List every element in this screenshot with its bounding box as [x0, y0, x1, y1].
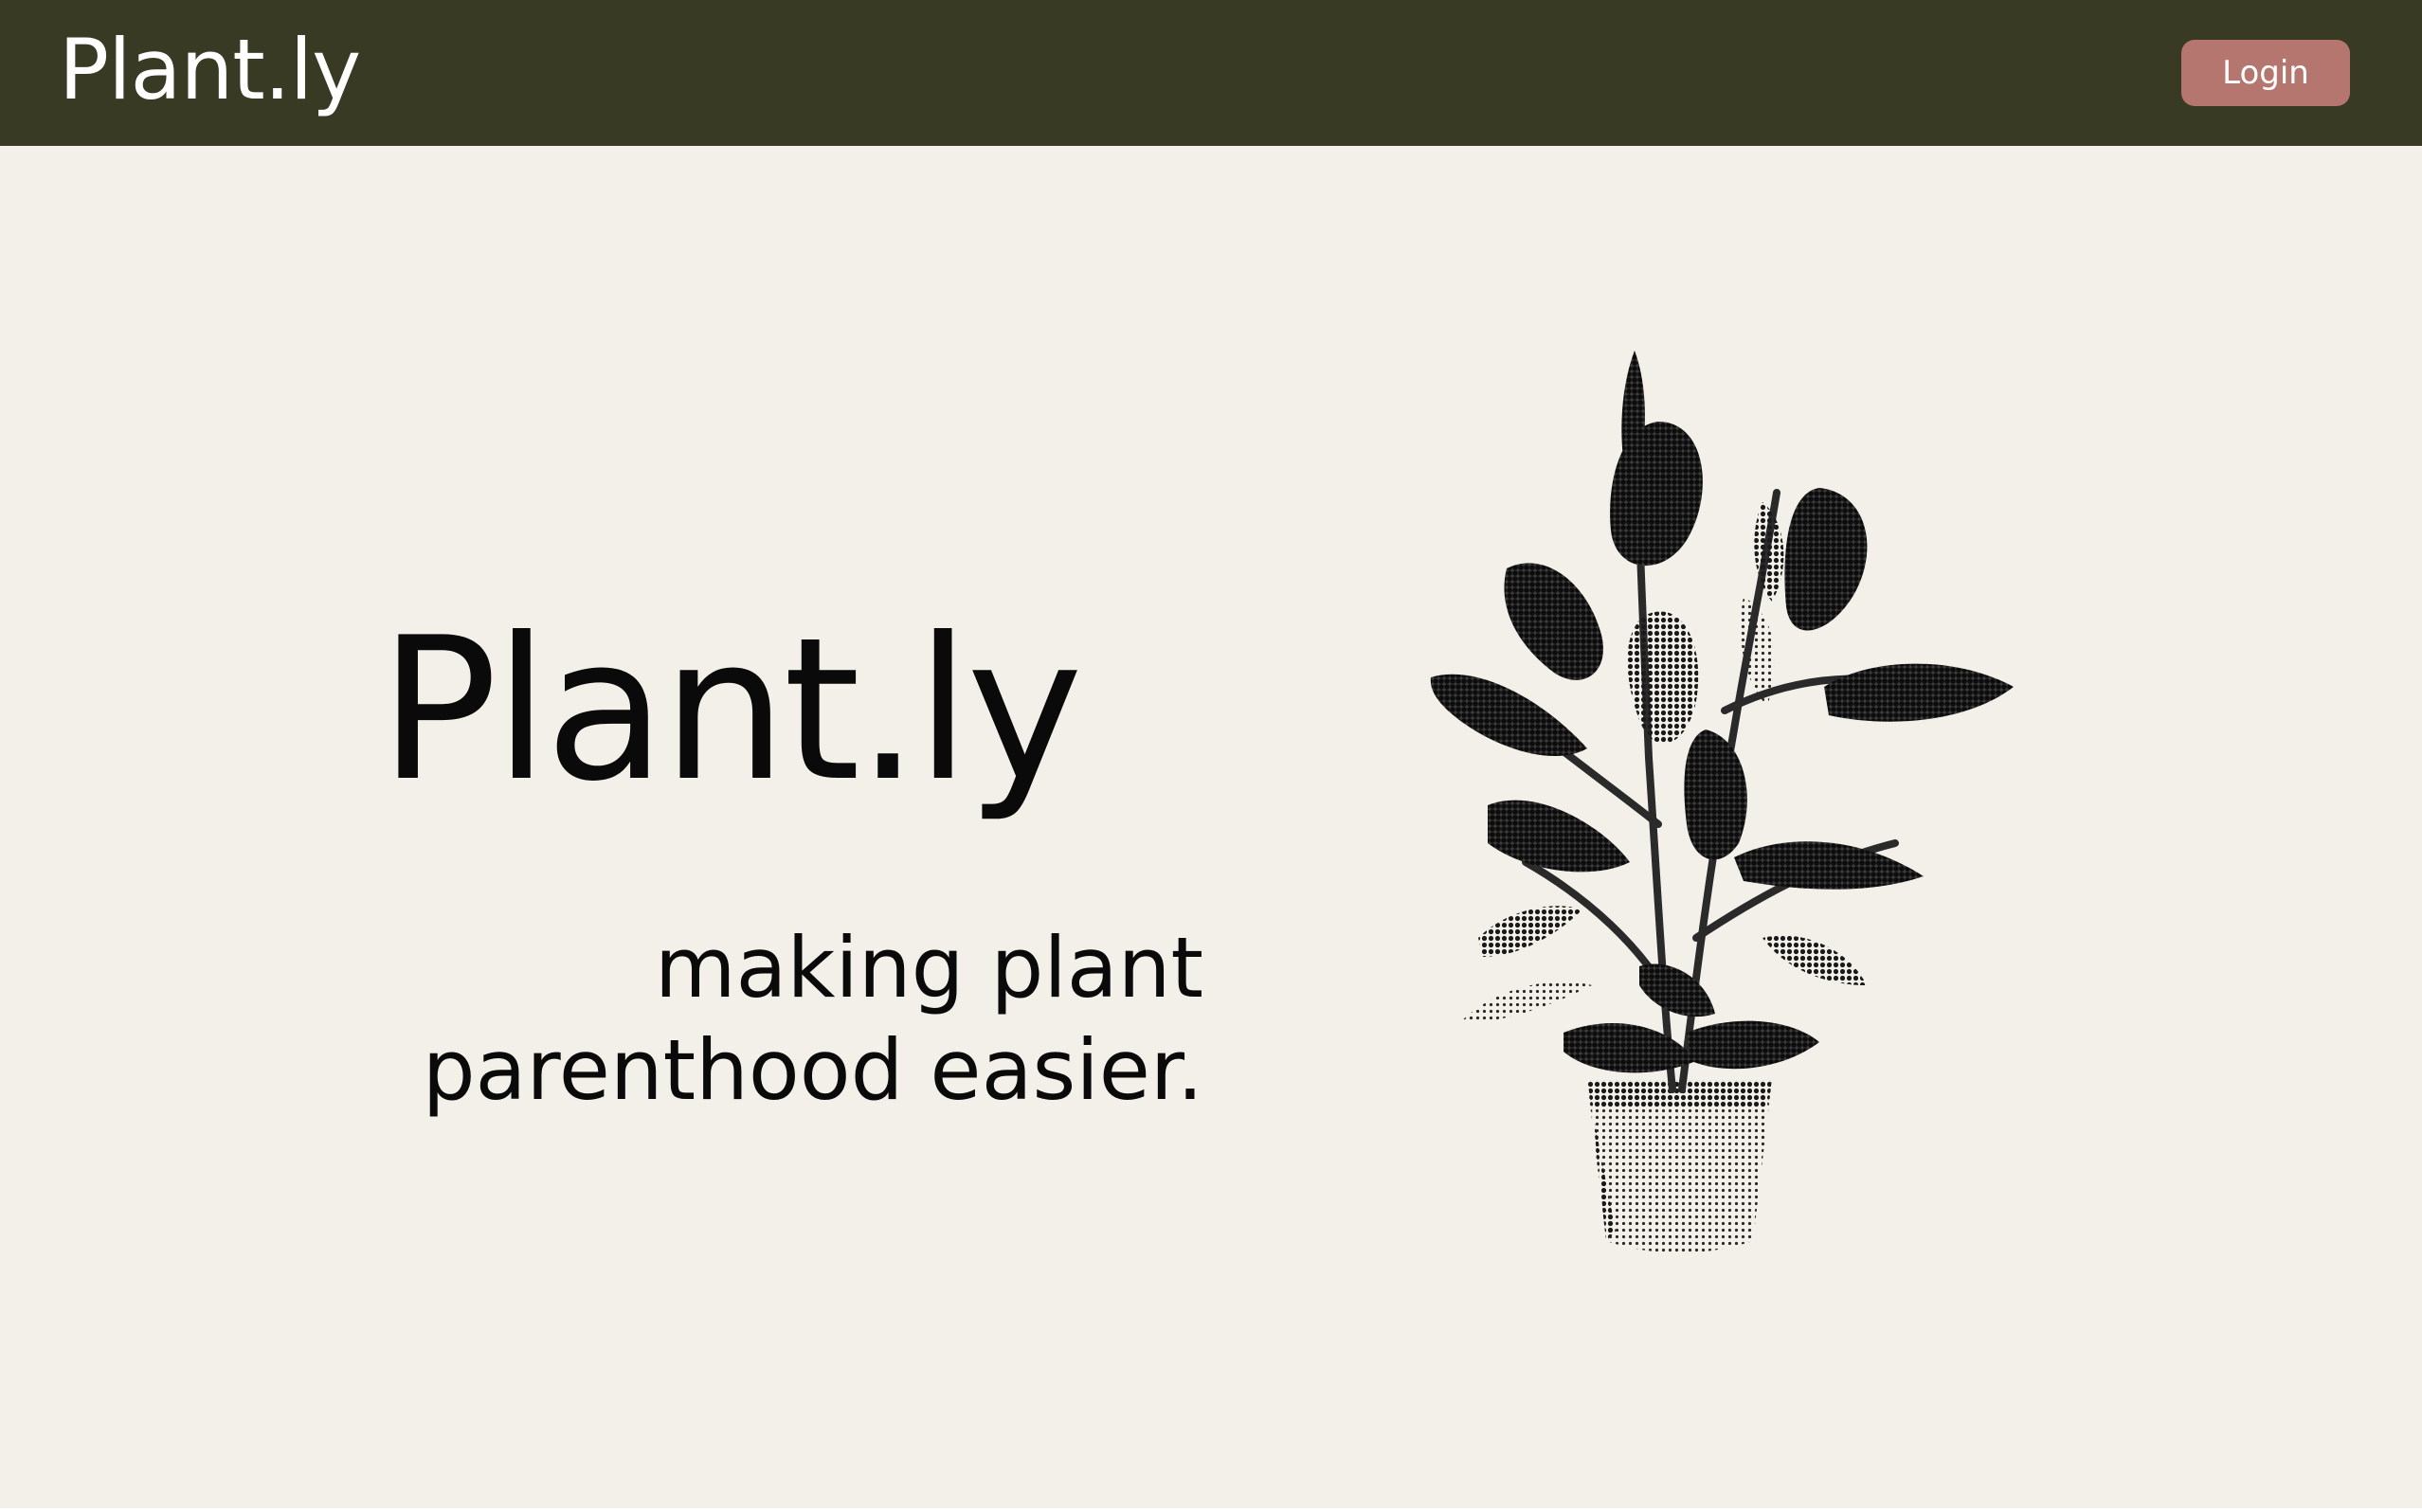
hero-tagline: making plant parenthood easier. — [360, 917, 1203, 1122]
top-navbar: Plant.ly Login — [0, 0, 2422, 146]
plant-pot — [1587, 1080, 1772, 1253]
navbar-logo[interactable]: Plant.ly — [59, 23, 361, 117]
hero-tagline-line-1: making plant — [654, 919, 1203, 1017]
page-bottom-edge — [0, 1508, 2422, 1512]
login-button[interactable]: Login — [2181, 40, 2350, 106]
hero-tagline-line-2: parenthood easier. — [422, 1021, 1203, 1119]
hero-title: Plant.ly — [379, 596, 1083, 825]
plant-image — [1430, 351, 2014, 1253]
